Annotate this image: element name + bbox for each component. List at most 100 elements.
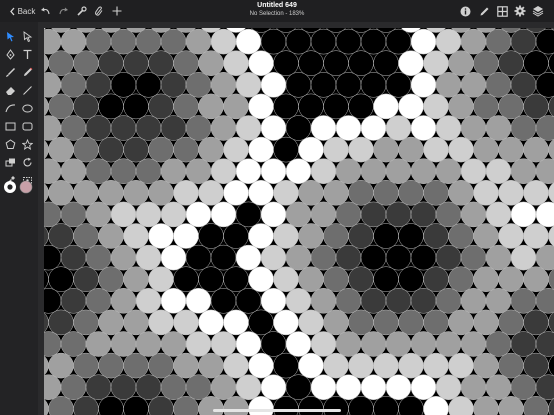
layers-button[interactable] <box>531 3 545 19</box>
mosaic-circle <box>360 201 387 228</box>
mosaic-circle <box>348 266 374 292</box>
rotate-tool[interactable] <box>21 156 34 169</box>
star-tool[interactable] <box>21 138 34 151</box>
mosaic-circle <box>523 50 549 76</box>
mosaic-circle <box>85 115 112 141</box>
mosaic-circle <box>260 244 287 271</box>
top-toolbar: Back Untitled 649 No Selection - 183% <box>0 0 554 22</box>
mosaic-circle <box>435 331 462 357</box>
mosaic-circle <box>410 244 437 271</box>
brush-tool[interactable] <box>4 66 17 79</box>
mosaic-circle <box>248 223 274 249</box>
mosaic-circle <box>85 331 112 357</box>
rounded-rectangle-tool[interactable] <box>21 120 34 133</box>
mosaic-circle <box>385 331 412 357</box>
mosaic-circle <box>223 352 249 379</box>
mosaic-circle <box>85 288 112 314</box>
mosaic-circle <box>410 72 437 98</box>
mosaic-circle <box>310 72 337 98</box>
line-tool[interactable] <box>21 84 34 97</box>
mosaic-circle <box>423 93 449 120</box>
mosaic-circle <box>148 136 174 163</box>
mosaic-circle <box>98 93 124 120</box>
pencil-icon <box>480 7 488 15</box>
mosaic-circle <box>385 288 412 314</box>
mosaic-circle <box>273 50 299 76</box>
mosaic-circle <box>435 244 462 271</box>
mosaic-circle <box>360 115 387 141</box>
mosaic-circle <box>110 115 137 141</box>
mosaic-circle <box>448 93 474 120</box>
polygon-tool[interactable] <box>4 138 17 151</box>
mosaic-circle <box>460 28 487 55</box>
text-tool[interactable] <box>21 48 34 61</box>
direct-selection-tool[interactable] <box>21 30 34 43</box>
mosaic-circle <box>498 50 524 76</box>
mosaic-circle <box>523 352 549 379</box>
mosaic-circle <box>173 352 199 379</box>
eraser-tool[interactable] <box>4 84 17 97</box>
mosaic-circle <box>135 244 162 271</box>
grid-icon <box>496 5 508 17</box>
mosaic-circle <box>335 201 362 228</box>
mosaic-circle <box>435 201 462 228</box>
mosaic-circle <box>335 288 362 314</box>
mosaic-circle <box>160 158 187 184</box>
mosaic-circle <box>510 28 537 55</box>
mosaic-circle <box>44 158 62 184</box>
mosaic-circle <box>310 201 337 228</box>
drawing-canvas[interactable] <box>44 28 554 415</box>
mosaic-circle <box>485 244 512 271</box>
text-icon <box>23 49 32 59</box>
mosaic-circle <box>73 50 99 76</box>
mosaic-circle <box>44 201 62 228</box>
mosaic-circle <box>285 331 312 357</box>
mosaic-circle <box>73 266 99 292</box>
mosaic-circle <box>48 352 74 379</box>
settings-button[interactable] <box>513 3 527 19</box>
mosaic-circle <box>85 158 112 184</box>
mosaic-circle <box>360 244 387 271</box>
mosaic-circle <box>348 352 374 379</box>
mosaic-circle <box>60 28 87 55</box>
mosaic-circle <box>548 138 554 161</box>
mosaic-circle <box>410 115 437 141</box>
gear-icon <box>514 5 526 17</box>
stroke-color-well[interactable] <box>19 180 33 194</box>
mosaic-circle <box>123 180 149 206</box>
mosaic-circle <box>298 223 324 249</box>
mosaic-circle <box>123 223 149 249</box>
mosaic-circle <box>60 72 87 98</box>
mosaic-circle <box>348 223 374 249</box>
mosaic-circle <box>248 50 274 76</box>
rectangle-tool[interactable] <box>4 120 17 133</box>
mosaic-circle <box>498 223 524 249</box>
mosaic-circle <box>323 50 349 76</box>
info-button[interactable] <box>458 3 472 19</box>
selection-tool[interactable] <box>4 30 17 43</box>
mosaic-circle <box>98 223 124 249</box>
mosaic-circle <box>223 50 249 76</box>
pencil-tool[interactable] <box>21 66 34 79</box>
mosaic-circle <box>410 288 437 314</box>
arc-tool[interactable] <box>4 102 17 115</box>
fill-color-well[interactable] <box>3 180 17 194</box>
mosaic-circle <box>410 28 437 55</box>
mosaic-circle <box>348 180 374 206</box>
mosaic-circle <box>285 115 312 141</box>
mosaic-circle <box>248 136 274 163</box>
pencil-button[interactable] <box>477 3 491 19</box>
mosaic-circle <box>435 28 462 55</box>
mosaic-circle <box>510 244 537 271</box>
mosaic-circle <box>310 331 337 357</box>
mosaic-circle <box>123 266 149 292</box>
mosaic-circle <box>135 374 162 400</box>
mosaic-circle <box>435 115 462 141</box>
ellipse-tool[interactable] <box>21 102 34 115</box>
grid-button[interactable] <box>495 3 509 19</box>
shape-builder-tool[interactable] <box>4 156 17 169</box>
pen-tool[interactable] <box>4 48 17 61</box>
mosaic-circle <box>60 244 87 271</box>
mosaic-circle <box>348 93 374 120</box>
polygon-icon <box>5 139 16 149</box>
